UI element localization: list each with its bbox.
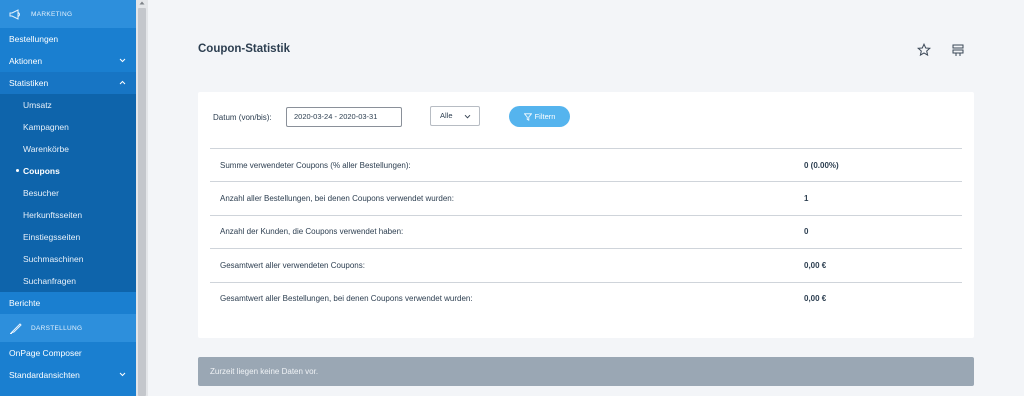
stat-label: Summe verwendeter Coupons (% aller Beste… bbox=[220, 160, 411, 170]
megaphone-icon bbox=[9, 8, 23, 20]
sidebar-subitem-kampagnen[interactable]: Kampagnen bbox=[0, 116, 136, 138]
stat-label: Gesamtwert aller verwendeten Coupons: bbox=[220, 260, 365, 270]
date-range-input[interactable]: 2020-03-24 - 2020-03-31 bbox=[286, 107, 402, 127]
stat-label: Anzahl aller Bestellungen, bei denen Cou… bbox=[220, 194, 454, 204]
star-icon[interactable] bbox=[917, 43, 931, 57]
sidebar-subitem-warenkoerbe[interactable]: Warenkörbe bbox=[0, 138, 136, 160]
stat-value: 1 bbox=[804, 194, 809, 204]
page-title: Coupon-Statistik bbox=[198, 43, 290, 55]
sidebar-subitem-suchanfragen[interactable]: Suchanfragen bbox=[0, 270, 136, 292]
no-data-notice: Zurzeit liegen keine Daten vor. bbox=[198, 357, 974, 386]
table-row: Gesamtwert aller Bestellungen, bei denen… bbox=[210, 281, 962, 315]
sidebar-item-label: Besucher bbox=[23, 188, 59, 198]
sidebar-subitem-suchmaschinen[interactable]: Suchmaschinen bbox=[0, 248, 136, 270]
section-label: DARSTELLUNG bbox=[31, 324, 83, 332]
sidebar-subitem-herkunftsseiten[interactable]: Herkunftsseiten bbox=[0, 204, 136, 226]
section-header-marketing: MARKETING bbox=[0, 0, 136, 28]
coupon-statistics-card: Datum (von/bis): 2020-03-24 - 2020-03-31… bbox=[198, 92, 974, 338]
sidebar-subitem-besucher[interactable]: Besucher bbox=[0, 182, 136, 204]
sidebar-item-berichte[interactable]: Berichte bbox=[0, 292, 136, 314]
filter-select[interactable]: Alle bbox=[430, 106, 480, 126]
filter-button[interactable]: Filtern bbox=[509, 106, 570, 127]
sidebar-item-label: Statistiken bbox=[9, 78, 49, 88]
sidebar-item-standardansichten[interactable]: Standardansichten bbox=[0, 364, 136, 386]
scroll-up-arrow-icon[interactable] bbox=[139, 0, 145, 6]
table-row: Anzahl der Kunden, die Coupons verwendet… bbox=[210, 214, 962, 248]
sidebar-item-label: Suchanfragen bbox=[23, 276, 76, 286]
stat-label: Gesamtwert aller Bestellungen, bei denen… bbox=[220, 294, 473, 304]
sidebar-item-label: Coupons bbox=[23, 166, 60, 176]
sidebar-item-label: Einstiegsseiten bbox=[23, 232, 81, 242]
sidebar-subitem-coupons[interactable]: Coupons bbox=[0, 160, 136, 182]
sidebar-item-label: Warenkörbe bbox=[23, 144, 69, 154]
sidebar-scrollbar-thumb[interactable] bbox=[138, 8, 146, 396]
chevron-down-icon bbox=[464, 114, 471, 119]
sidebar-item-label: Berichte bbox=[9, 298, 41, 308]
stat-label: Anzahl der Kunden, die Coupons verwendet… bbox=[220, 227, 404, 237]
sidebar-item-aktionen[interactable]: Aktionen bbox=[0, 50, 136, 72]
table-row: Anzahl aller Bestellungen, bei denen Cou… bbox=[210, 181, 962, 214]
filter-button-label: Filtern bbox=[534, 112, 556, 121]
sidebar-item-label: Standardansichten bbox=[9, 370, 80, 380]
sidebar-item-label: Herkunftsseiten bbox=[23, 210, 83, 220]
funnel-icon bbox=[523, 112, 532, 121]
stats-table: Summe verwendeter Coupons (% aller Beste… bbox=[210, 148, 962, 315]
chevron-down-icon bbox=[119, 58, 126, 63]
table-row: Summe verwendeter Coupons (% aller Beste… bbox=[210, 148, 962, 181]
sidebar-subitem-einstiegsseiten[interactable]: Einstiegsseiten bbox=[0, 226, 136, 248]
sidebar-item-label: OnPage Composer bbox=[9, 348, 82, 358]
chevron-up-icon bbox=[119, 80, 126, 85]
sidebar-item-bestellungen[interactable]: Bestellungen bbox=[0, 28, 136, 50]
select-value: Alle bbox=[440, 111, 453, 120]
statistiken-submenu: Umsatz Kampagnen Warenkörbe Coupons Besu… bbox=[0, 94, 136, 292]
section-header-darstellung: DARSTELLUNG bbox=[0, 314, 136, 342]
sidebar-item-statistiken[interactable]: Statistiken bbox=[0, 72, 136, 94]
section-label: MARKETING bbox=[31, 10, 73, 18]
table-row: Gesamtwert aller verwendeten Coupons: 0,… bbox=[210, 248, 962, 281]
date-range-label: Datum (von/bis): bbox=[213, 113, 272, 122]
stat-value: 0,00 € bbox=[804, 260, 827, 270]
sidebar-item-label: Bestellungen bbox=[9, 34, 59, 44]
sidebar-item-label: Kampagnen bbox=[23, 122, 69, 132]
sidebar-item-label: Umsatz bbox=[23, 100, 52, 110]
sliders-icon[interactable] bbox=[951, 43, 965, 57]
sidebar-subitem-umsatz[interactable]: Umsatz bbox=[0, 94, 136, 116]
brush-icon bbox=[9, 322, 23, 334]
chevron-down-icon bbox=[119, 372, 126, 377]
sidebar-item-onpage-composer[interactable]: OnPage Composer bbox=[0, 342, 136, 364]
notice-text: Zurzeit liegen keine Daten vor. bbox=[210, 367, 319, 376]
sidebar-item-label: Aktionen bbox=[9, 56, 43, 66]
stat-value: 0,00 € bbox=[804, 294, 827, 304]
sidebar-item-label: Suchmaschinen bbox=[23, 254, 84, 264]
sidebar: MARKETING Bestellungen Aktionen Statisti… bbox=[0, 0, 136, 396]
stat-value: 0 bbox=[804, 227, 809, 237]
stat-value: 0 (0.00%) bbox=[804, 160, 839, 170]
